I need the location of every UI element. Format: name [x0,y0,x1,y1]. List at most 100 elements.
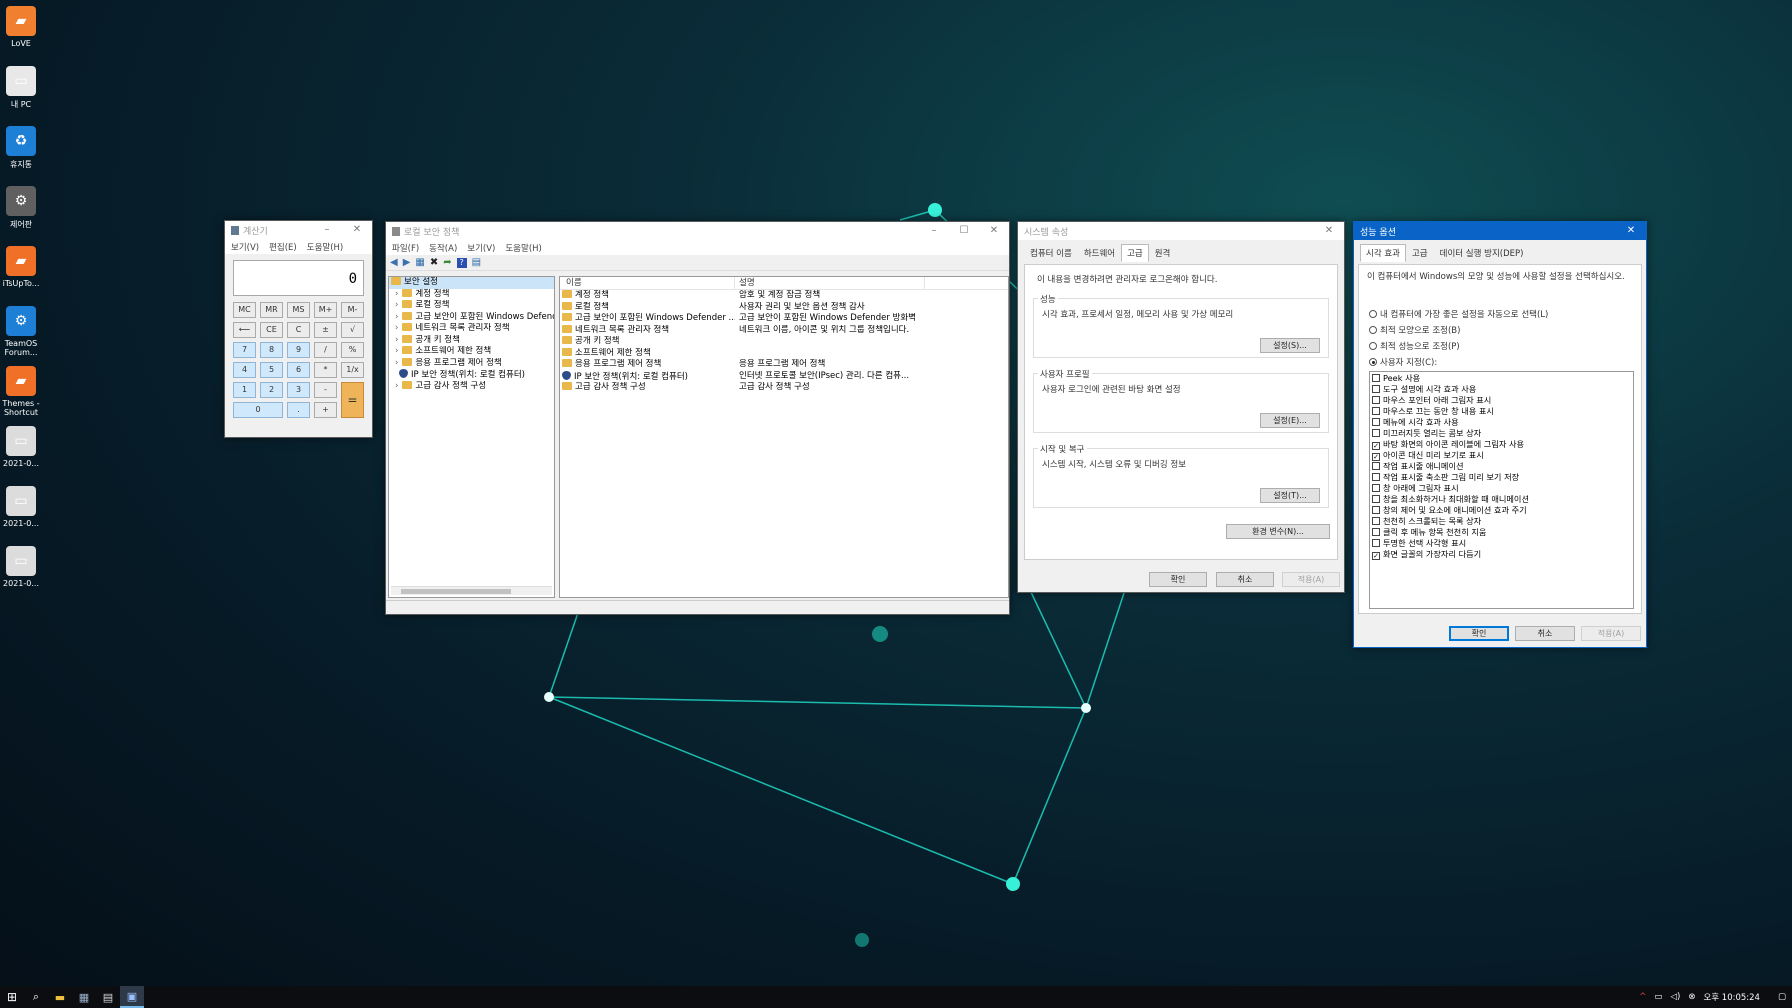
effect-item[interactable]: ✓ 아이콘 대신 미리 보기로 표시 [1372,450,1631,461]
help-icon[interactable]: ? [456,257,467,268]
startup-recovery-settings-button[interactable]: 설정(T)... [1260,488,1320,503]
checkbox[interactable]: ✓ [1372,442,1380,450]
calculator-key[interactable]: . [287,402,310,418]
calculator-key[interactable]: / [314,342,337,358]
desktop-icon[interactable]: ▭ 2021-0... [2,426,40,468]
effect-item[interactable]: 미끄러지듯 열리는 콤보 상자 [1372,428,1631,439]
list-item[interactable]: 공개 키 정책 [560,336,1008,348]
calculator-key[interactable]: 8 [260,342,283,358]
tree-item[interactable]: › 공개 키 정책 [389,334,554,347]
menu-edit[interactable]: 편집(E) [269,241,297,253]
calculator-key[interactable]: 2 [260,382,283,398]
desktop-icon[interactable]: ♻ 휴지통 [2,126,40,170]
calculator-key[interactable]: 5 [260,362,283,378]
properties-icon[interactable]: ▤ [472,257,481,268]
expand-arrow-icon[interactable]: › [395,323,398,333]
effect-item[interactable]: 메뉴에 시각 효과 사용 [1372,417,1631,428]
calculator-key[interactable]: CE [260,322,283,338]
tree-root[interactable]: 보안 설정 [389,277,554,289]
cancel-button[interactable]: 취소 [1515,626,1575,641]
list-item[interactable]: 고급 감사 정책 구성 고급 감사 정책 구성 [560,382,1008,394]
calculator-key[interactable]: % [341,342,364,358]
desktop-icon[interactable]: ▰ Themes - Shortcut [2,366,40,417]
calculator-key[interactable]: 9 [287,342,310,358]
close-icon[interactable]: ✕ [342,221,372,239]
sysprops-titlebar[interactable]: 시스템 속성 ✕ [1018,222,1344,240]
policy-list[interactable]: 이름 설명 계정 정책 암호 및 계정 잠금 정책 로컬 정책 사용자 권리 및 보안… [559,276,1009,598]
calculator-titlebar[interactable]: 계산기 – ✕ [225,221,372,239]
effect-item[interactable]: 마우스 포인터 아래 그림자 표시 [1372,395,1631,406]
tray-arrow-icon[interactable]: ^ [1639,992,1646,1002]
effect-item[interactable]: 천천히 스크롤되는 목록 상자 [1372,516,1631,527]
expand-arrow-icon[interactable]: › [395,346,398,356]
effect-item[interactable]: 마우스로 끄는 동안 창 내용 표시 [1372,406,1631,417]
calculator-key[interactable]: 0 [233,402,283,418]
menu-view[interactable]: 보기(V) [467,242,495,254]
effect-item[interactable]: 작업 표시줄 애니메이션 [1372,461,1631,472]
effect-item[interactable]: 창의 제어 및 요소에 애니메이션 효과 주기 [1372,505,1631,516]
language-icon[interactable]: ⊗ [1688,992,1695,1002]
export-icon[interactable]: ➦ [443,257,451,268]
menu-file[interactable]: 파일(F) [392,242,419,254]
tab-computer-name[interactable]: 컴퓨터 이름 [1024,244,1078,262]
sysprops-taskbar-icon[interactable]: ▣ [120,986,144,1008]
network-icon[interactable]: ▭ [1654,992,1662,1002]
calculator-key[interactable]: MR [260,302,283,318]
calculator-key[interactable]: M+ [314,302,337,318]
volume-icon[interactable]: ◁) [1670,992,1680,1002]
delete-icon[interactable]: ✖ [430,257,438,268]
checkbox[interactable] [1372,407,1380,415]
show-tree-icon[interactable]: ▦ [415,257,424,268]
calculator-key[interactable]: 7 [233,342,256,358]
environment-variables-button[interactable]: 환경 변수(N)... [1226,524,1330,539]
calculator-key[interactable]: √ [341,322,364,338]
menu-action[interactable]: 동작(A) [429,242,457,254]
desktop-icon[interactable]: ⚙ TeamOS Forum... [2,306,40,357]
expand-arrow-icon[interactable]: › [395,381,398,391]
tab-dep[interactable]: 데이터 실행 방지(DEP) [1434,244,1530,262]
tree-item[interactable]: › 고급 보안이 포함된 Windows Defenc [389,311,554,324]
calculator-key[interactable]: C [287,322,310,338]
tree-item[interactable]: › 고급 감사 정책 구성 [389,380,554,393]
tree-item[interactable]: › 응용 프로그램 제어 정책 [389,357,554,370]
radio-button[interactable] [1369,358,1377,366]
back-icon[interactable]: ◀ [390,257,398,268]
effect-item[interactable]: Peek 사용 [1372,373,1631,384]
desktop-icon[interactable]: ▰ LoVE [2,6,40,48]
checkbox[interactable] [1372,539,1380,547]
maximize-icon[interactable]: ☐ [949,222,979,240]
calculator-key[interactable]: MC [233,302,256,318]
effect-item[interactable]: 클릭 후 메뉴 항목 천천히 지움 [1372,527,1631,538]
menu-help[interactable]: 도움말(H) [505,242,541,254]
tree-item[interactable]: › 계정 정책 [389,288,554,301]
policy-tree[interactable]: 보안 설정 › 계정 정책 › 로컬 정책 › 고급 보안이 포함된 Windows De… [388,276,555,598]
calculator-key[interactable]: M- [341,302,364,318]
desktop-icon[interactable]: ▭ 내 PC [2,66,40,110]
performance-options-window[interactable]: 성능 옵션 ✕ 시각 효과 고급 데이터 실행 방지(DEP) 이 컴퓨터에서 … [1353,221,1647,648]
calculator-key[interactable]: - [314,382,337,398]
checkbox[interactable] [1372,517,1380,525]
list-item[interactable]: 응용 프로그램 제어 정책 응용 프로그램 제어 정책 [560,359,1008,371]
radio-button[interactable] [1369,326,1377,334]
tab-visual-effects[interactable]: 시각 효과 [1360,244,1406,262]
checkbox[interactable] [1372,429,1380,437]
list-item[interactable]: IP 보안 정책(위치: 로컬 컴퓨터) 인터넷 프로토콜 보안(IPsec) 관… [560,370,1008,383]
close-icon[interactable]: ✕ [979,222,1009,240]
checkbox[interactable]: ✓ [1372,453,1380,461]
expand-arrow-icon[interactable]: › [395,289,398,299]
checkbox[interactable] [1372,418,1380,426]
close-icon[interactable]: ✕ [1616,222,1646,240]
calculator-key[interactable]: ± [314,322,337,338]
close-icon[interactable]: ✕ [1314,222,1344,240]
tree-item[interactable]: › 소프트웨어 제한 정책 [389,346,554,358]
checkbox[interactable] [1372,506,1380,514]
checkbox[interactable] [1372,385,1380,393]
start-icon[interactable]: ⊞ [0,986,24,1008]
search-icon[interactable]: ⌕ [24,986,48,1008]
system-properties-window[interactable]: 시스템 속성 ✕ 컴퓨터 이름 하드웨어 고급 원격 이 내용을 변경하려면 관… [1017,221,1345,593]
minimize-icon[interactable]: – [312,221,342,239]
visual-effects-radio[interactable]: 최적 모양으로 조정(B) [1369,323,1548,339]
visual-effects-radio[interactable]: 최적 성능으로 조정(P) [1369,339,1548,355]
desktop-icon[interactable]: ▭ 2021-0... [2,546,40,588]
checkbox[interactable] [1372,528,1380,536]
